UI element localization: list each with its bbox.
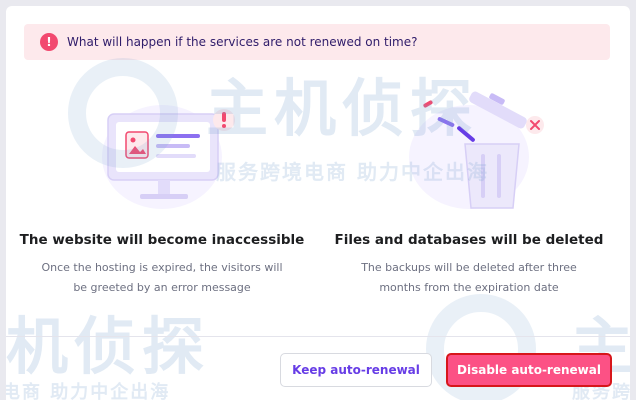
exclamation-icon: ! — [40, 33, 58, 51]
info-alert: ! What will happen if the services are n… — [24, 24, 610, 60]
alert-text: What will happen if the services are not… — [67, 35, 418, 49]
keep-auto-renewal-button[interactable]: Keep auto-renewal — [280, 353, 432, 387]
column-title: Files and databases will be deleted — [334, 232, 604, 248]
column-description: Once the hosting is expired, the visitor… — [41, 261, 283, 294]
browser-window-illustration — [12, 82, 312, 222]
column-title: The website will become inaccessible — [19, 232, 305, 248]
column-description: The backups will be deleted after three … — [361, 261, 577, 294]
trash-bin-illustration — [319, 82, 619, 222]
modal-footer: Keep auto-renewal Disable auto-renewal — [6, 336, 630, 400]
consequence-inaccessible: The website will become inaccessible Onc… — [12, 82, 312, 298]
renewal-modal: ! What will happen if the services are n… — [6, 6, 630, 400]
consequence-deleted: Files and databases will be deleted The … — [319, 82, 619, 298]
disable-auto-renewal-button[interactable]: Disable auto-renewal — [446, 353, 612, 387]
